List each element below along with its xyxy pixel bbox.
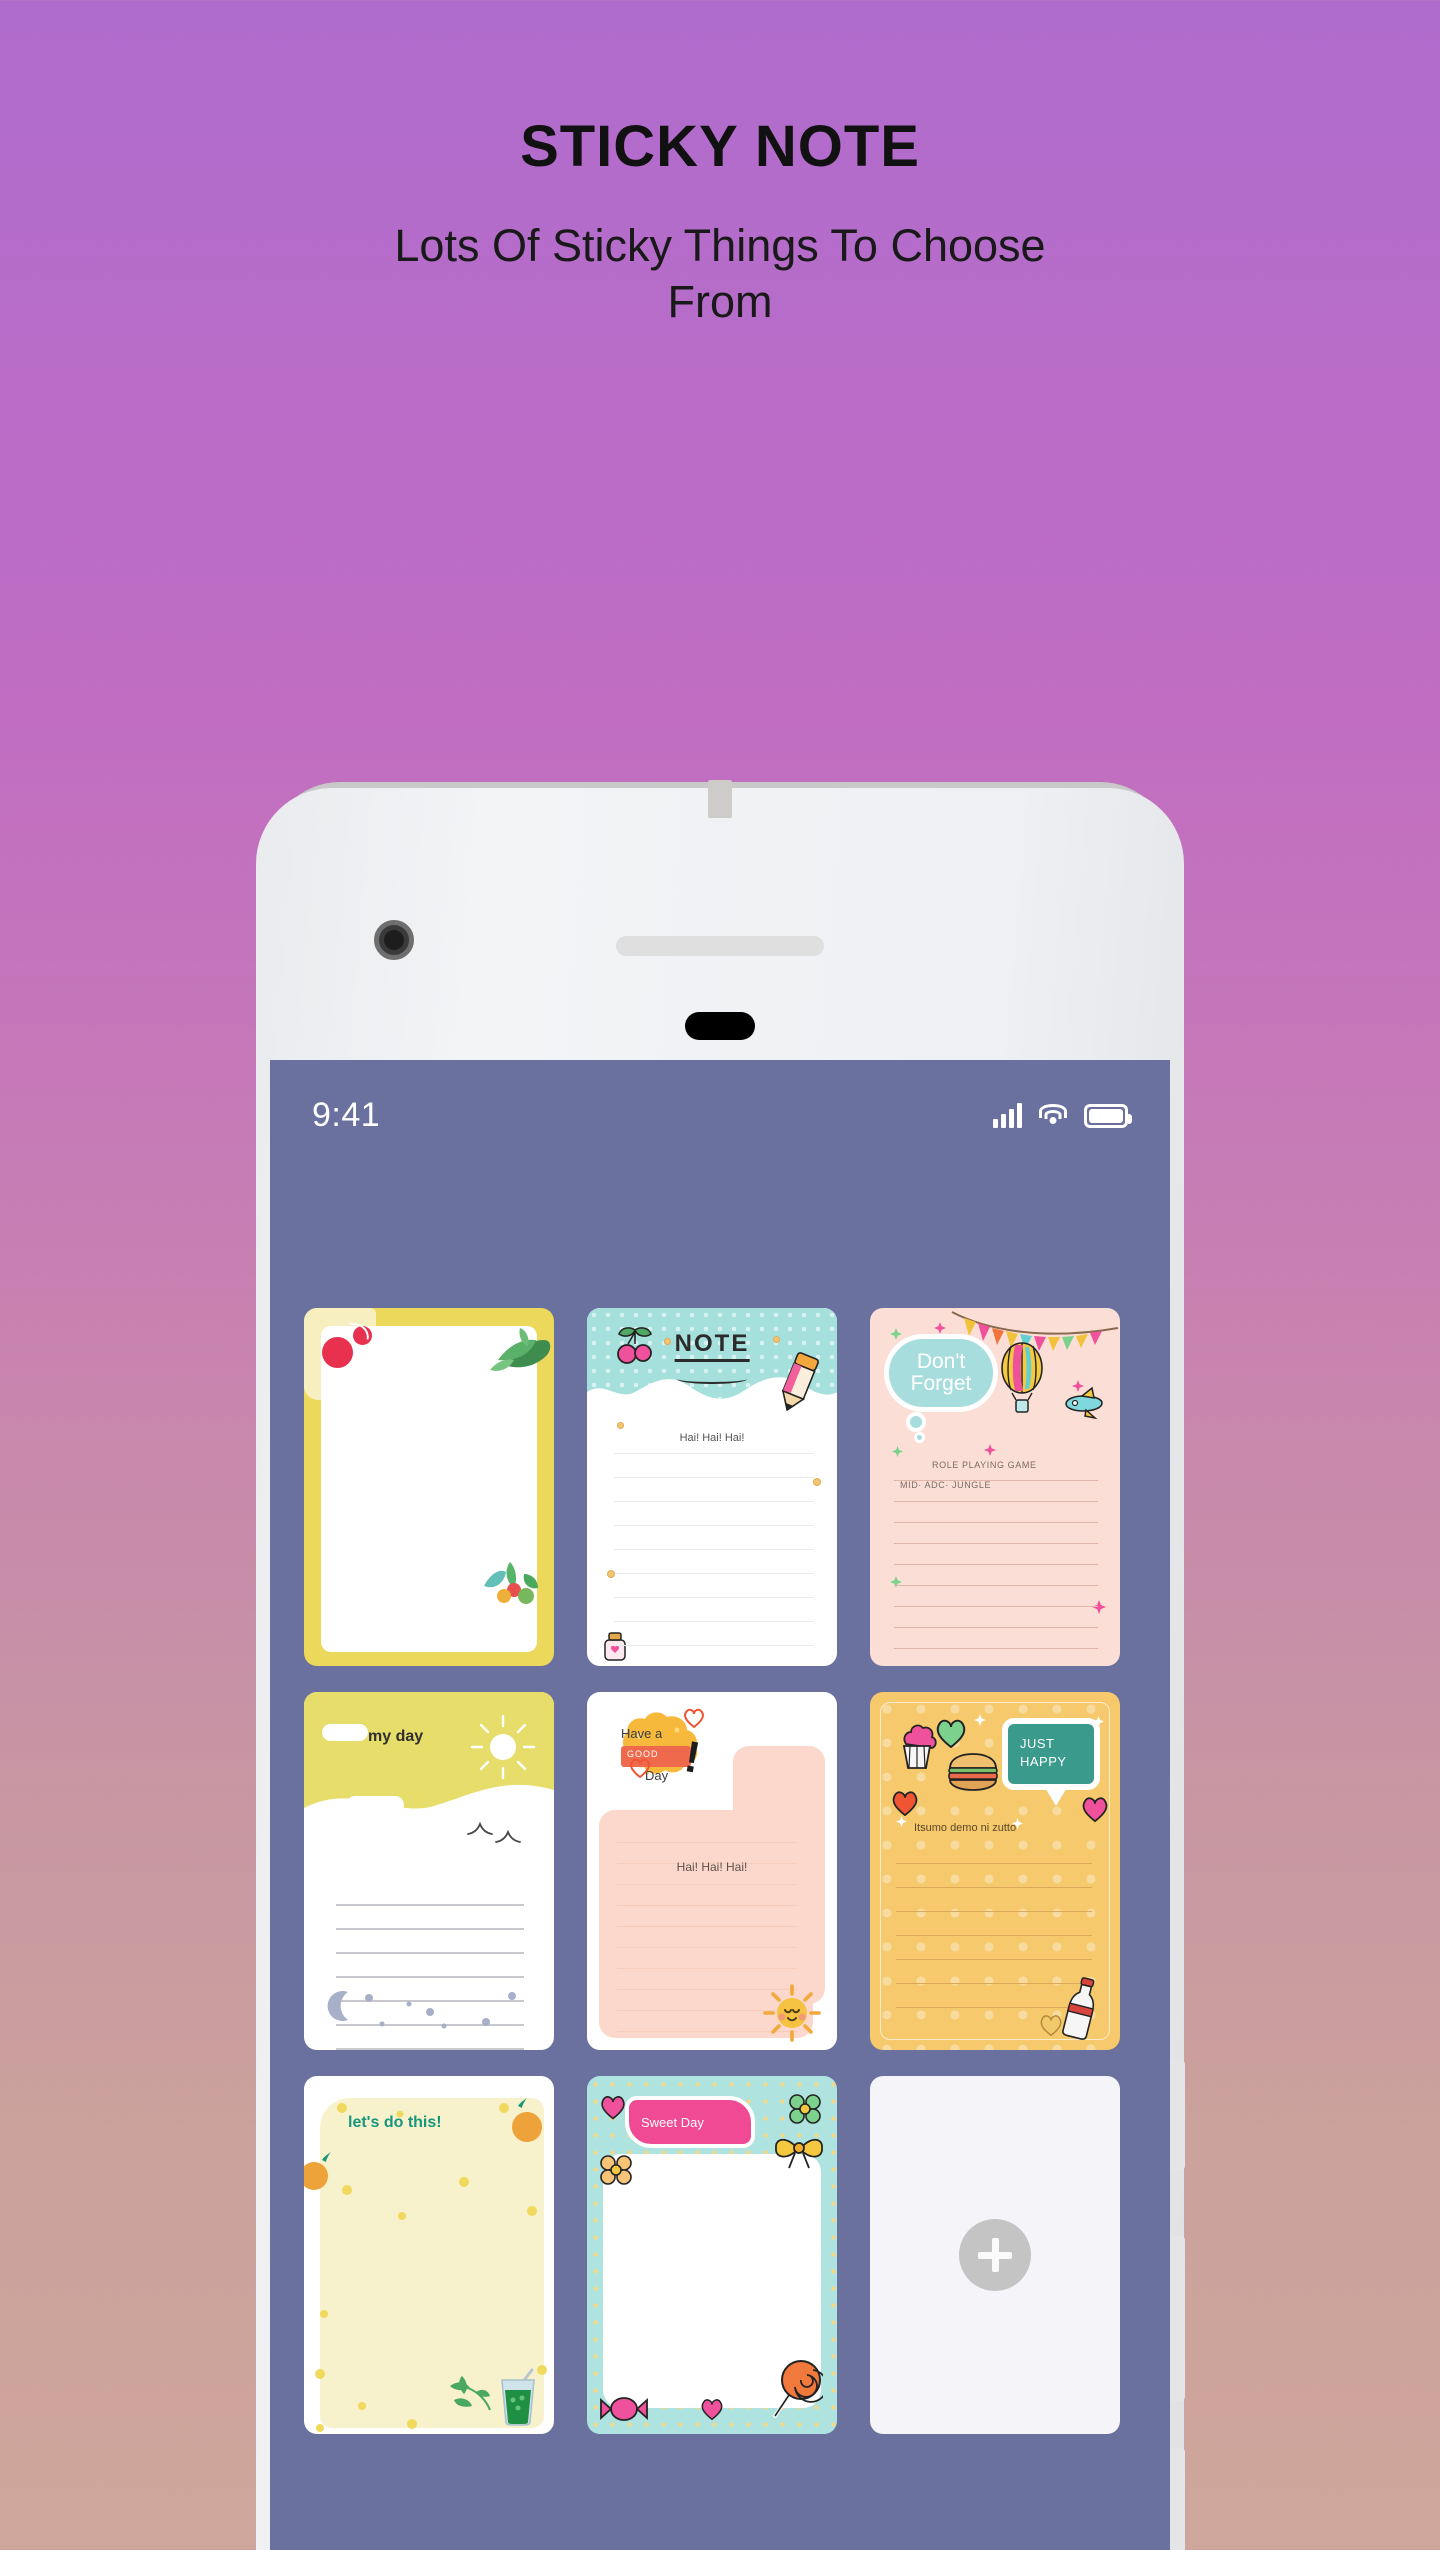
note-card-title: Sweet Day [641, 2115, 704, 2130]
star-icon [890, 1328, 902, 1340]
lollipop-icon [773, 2360, 823, 2418]
green-juice-icon [501, 2368, 535, 2426]
page-title: STICKY NOTE [520, 114, 920, 179]
volume-up-button[interactable] [1171, 2236, 1185, 2401]
note-tagline: MID· ADC· JUNGLE [900, 1480, 992, 1490]
phone-mockup: 9:41 NOTE Hai! Hai! Hai! Don't Forget RO… [240, 778, 1200, 2550]
bagged-vegetables-icon [484, 1562, 538, 1604]
star-icon [934, 1322, 946, 1334]
star-icon [1093, 1716, 1104, 1727]
sun-icon [490, 1734, 516, 1760]
heart-icon [936, 1719, 966, 1748]
status-bar: 9:41 [270, 1060, 1170, 1170]
note-card-title: JUST HAPPY [1020, 1736, 1067, 1769]
note-body-text: Hai! Hai! Hai! [679, 1432, 745, 1444]
cellular-signal-icon [993, 1102, 1022, 1128]
plus-icon[interactable] [959, 2219, 1031, 2291]
cloud-icon [322, 1724, 368, 1741]
heart-icon [684, 1708, 704, 1728]
note-card-sweet-day[interactable]: Sweet Day [587, 2076, 837, 2434]
note-card-note[interactable]: NOTE Hai! Hai! Hai! [587, 1308, 837, 1666]
sweet-day-banner: Sweet Day [625, 2096, 755, 2148]
star-icon [892, 1446, 903, 1457]
stars-icon [365, 1992, 516, 2029]
antenna-slot-icon [708, 780, 732, 818]
note-card-my-day[interactable]: my day [304, 1692, 554, 2050]
status-icons [993, 1102, 1132, 1128]
flower-icon [600, 2155, 632, 2185]
heart-icon [892, 1791, 918, 1816]
heart-icon [630, 1758, 650, 1778]
wifi-icon [1038, 1102, 1068, 1128]
star-icon [896, 1816, 907, 1827]
confetti-dot-icon [813, 1478, 821, 1486]
smiling-sun-icon [763, 1984, 821, 2042]
volume-down-button[interactable] [1171, 2448, 1185, 2550]
cherry-icon [322, 1337, 353, 1368]
note-card-title: NOTE [674, 1330, 750, 1362]
note-tagline: Itsumo demo ni zutto [914, 1822, 1017, 1834]
note-line-1: Have a [621, 1726, 663, 1741]
ribbon-bow-icon [775, 2138, 823, 2169]
phone-screen: 9:41 NOTE Hai! Hai! Hai! Don't Forget RO… [270, 1060, 1170, 2550]
hero-section: STICKY NOTE Lots Of Sticky Things To Cho… [0, 0, 1440, 331]
note-card-veggie[interactable] [304, 1308, 554, 1666]
note-card-title: Don't Forget [910, 1349, 972, 1395]
power-button[interactable] [1171, 2060, 1185, 2170]
herb-leaves-icon [450, 2376, 491, 2411]
note-card-just-happy[interactable]: JUST HAPPY Itsumo demo ni zutto [870, 1692, 1120, 2050]
earpiece-speaker-icon [616, 936, 824, 956]
confetti-dot-icon [664, 1338, 671, 1345]
leafy-greens-icon [490, 1328, 551, 1371]
star-icon [1072, 1380, 1084, 1392]
note-body-text: Hai! Hai! Hai! [676, 1860, 748, 1874]
star-icon [974, 1714, 986, 1726]
status-time: 9:41 [312, 1095, 381, 1134]
note-card-good-day[interactable]: Have a GOOD Day ! Hai! Hai! Hai! [587, 1692, 837, 2050]
page-subtitle: Lots Of Sticky Things To Choose From [394, 220, 1046, 328]
battery-full-icon [1084, 1104, 1132, 1128]
heart-icon [601, 2096, 625, 2120]
star-icon [984, 1444, 996, 1456]
heart-icon [701, 2399, 723, 2420]
note-card-add-new[interactable] [870, 2076, 1120, 2434]
cherries-icon [617, 1327, 652, 1364]
thought-bubble: Don't Forget [884, 1334, 998, 1412]
burger-icon [948, 1753, 998, 1791]
speech-bubble: JUST HAPPY [1002, 1718, 1100, 1790]
note-card-title: my day [368, 1728, 424, 1745]
hot-air-balloon-icon [1001, 1342, 1043, 1413]
front-camera-icon [374, 920, 414, 960]
airplane-icon [1065, 1386, 1103, 1420]
birds-icon [467, 1821, 521, 1843]
note-card-lets-do-this[interactable]: let's do this! [304, 2076, 554, 2434]
phone-body: 9:41 NOTE Hai! Hai! Hai! Don't Forget RO… [256, 780, 1185, 2550]
notch-pill-icon [685, 1012, 755, 1040]
candy-icon [600, 2397, 648, 2421]
cloud-icon [346, 1796, 404, 1814]
flower-icon [789, 2094, 821, 2124]
heart-icon [1082, 1797, 1108, 1822]
confetti-dot-icon [607, 1570, 615, 1578]
confetti-dot-icon [773, 1336, 780, 1343]
confetti-dot-icon [617, 1422, 624, 1429]
note-subtitle: ROLE PLAYING GAME [932, 1460, 1037, 1470]
sticky-notes-grid: NOTE Hai! Hai! Hai! Don't Forget ROLE PL… [304, 1308, 1136, 2434]
note-card-dont-forget[interactable]: Don't Forget ROLE PLAYING GAME MID· ADC·… [870, 1308, 1120, 1666]
